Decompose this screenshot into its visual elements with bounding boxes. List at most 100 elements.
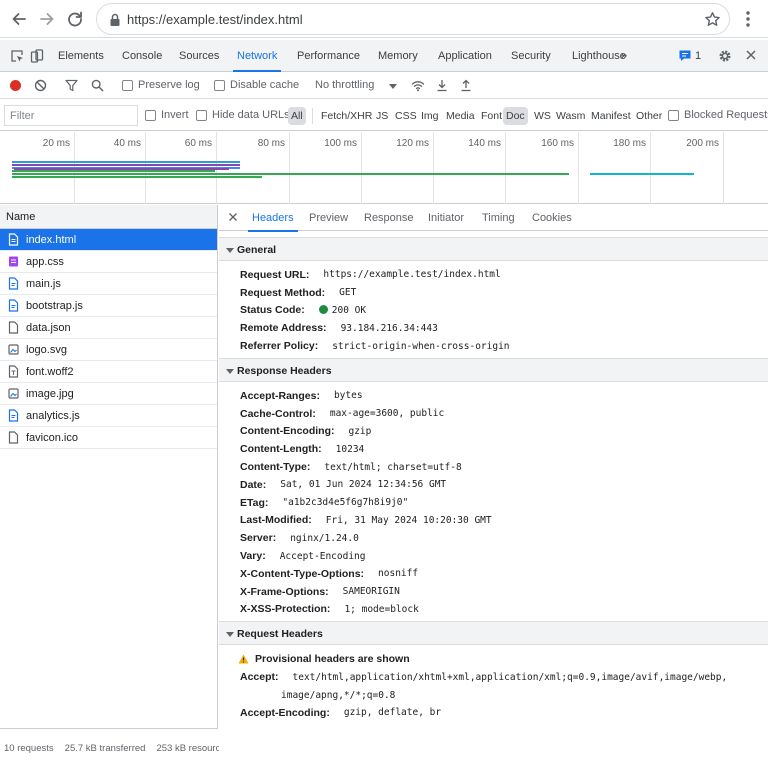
filter-type-manifest[interactable]: Manifest bbox=[588, 107, 634, 125]
detail-tab-headers[interactable]: Headers bbox=[248, 205, 298, 232]
request-row[interactable]: analytics.js bbox=[0, 405, 217, 427]
hide-data-urls-checkbox[interactable]: Hide data URLs bbox=[196, 109, 290, 121]
detail-tab-response[interactable]: Response bbox=[364, 205, 414, 231]
request-name: data.json bbox=[26, 321, 71, 334]
detail-tab-cookies[interactable]: Cookies bbox=[532, 205, 572, 231]
devtools-tab-sources[interactable]: Sources bbox=[179, 40, 219, 72]
header-key: Referrer Policy: bbox=[240, 340, 319, 353]
devtools-tab-network[interactable]: Network bbox=[232, 40, 282, 72]
inspect-element-icon[interactable] bbox=[10, 49, 24, 63]
filter-type-doc[interactable]: Doc bbox=[503, 107, 528, 125]
header-value-text: text/html,application/xhtml+xml,applicat… bbox=[292, 671, 728, 683]
timeline-gridline bbox=[361, 132, 362, 204]
record-icon[interactable] bbox=[9, 79, 22, 92]
general-section-header[interactable]: General bbox=[219, 237, 768, 261]
filter-type-font[interactable]: Font bbox=[478, 107, 505, 125]
name-column-header[interactable]: Name bbox=[0, 205, 217, 229]
request-row[interactable]: app.css bbox=[0, 251, 217, 273]
clear-icon[interactable] bbox=[34, 79, 47, 92]
throttling-select[interactable]: No throttling bbox=[315, 79, 374, 91]
network-overview-timeline[interactable]: 20 ms 40 ms 60 ms 80 ms 100 ms 120 ms 140 ms 16… bbox=[0, 132, 768, 204]
console-messages-badge[interactable]: 1 bbox=[678, 49, 701, 62]
header-row: Request URL: https://example.test/index.h… bbox=[240, 266, 768, 284]
network-conditions-wifi-icon[interactable] bbox=[411, 79, 425, 92]
invert-checkbox[interactable]: Invert bbox=[145, 109, 189, 121]
timeline-tick-label: 160 ms bbox=[541, 138, 574, 149]
filter-input[interactable] bbox=[4, 105, 138, 126]
close-detail-icon[interactable] bbox=[227, 211, 239, 223]
request-row[interactable]: bootstrap.js bbox=[0, 295, 217, 317]
address-bar[interactable]: https://example.test/index.html bbox=[96, 3, 730, 35]
settings-gear-icon[interactable] bbox=[718, 49, 732, 63]
request-row[interactable]: data.json bbox=[0, 317, 217, 339]
detail-tab-preview[interactable]: Preview bbox=[309, 205, 348, 231]
header-value: text/html,application/xhtml+xml,applicat… bbox=[293, 672, 728, 683]
device-toolbar-icon[interactable] bbox=[30, 49, 44, 63]
blocked-requests-box[interactable] bbox=[668, 109, 679, 121]
filter-type-ws[interactable]: WS bbox=[531, 107, 554, 125]
devtools-tab-application[interactable]: Application bbox=[438, 40, 492, 72]
filter-funnel-icon[interactable] bbox=[65, 79, 78, 92]
forward-arrow-icon bbox=[40, 13, 54, 25]
devtools-tab-console[interactable]: Console bbox=[122, 40, 162, 72]
request-name: index.html bbox=[26, 233, 77, 246]
devtools-tab-lighthouse[interactable]: Lighthouse bbox=[572, 40, 626, 72]
request-row[interactable]: favicon.ico bbox=[0, 427, 217, 449]
filter-type-other[interactable]: Other bbox=[633, 107, 665, 125]
preserve-log-checkbox[interactable]: Preserve log bbox=[122, 79, 200, 91]
devtools-tab-elements[interactable]: Elements bbox=[58, 40, 104, 72]
detail-tab-timing[interactable]: Timing bbox=[482, 205, 515, 231]
reload-button[interactable] bbox=[65, 9, 85, 29]
close-devtools-icon[interactable] bbox=[745, 49, 757, 61]
response-headers-section-header[interactable]: Response Headers bbox=[219, 357, 768, 382]
devtools-tab-memory[interactable]: Memory bbox=[378, 40, 418, 72]
export-har-icon[interactable] bbox=[460, 79, 472, 92]
header-value: 200 OK bbox=[318, 304, 366, 316]
filter-type-all[interactable]: All bbox=[288, 107, 306, 125]
request-row[interactable]: main.js bbox=[0, 273, 217, 295]
throttling-dropdown-caret-icon[interactable] bbox=[389, 84, 397, 89]
waterfall-bar bbox=[12, 164, 240, 166]
filter-type-media[interactable]: Media bbox=[443, 107, 478, 125]
header-row: Last-Modified: Fri, 31 May 2024 10:20:30 … bbox=[240, 512, 768, 530]
waterfall-bar bbox=[12, 170, 215, 172]
bookmark-star-icon[interactable] bbox=[704, 11, 721, 28]
search-icon[interactable] bbox=[91, 79, 104, 92]
devtools-tab-security[interactable]: Security bbox=[511, 40, 551, 72]
hide-data-urls-box[interactable] bbox=[196, 109, 207, 121]
header-value-text: SAMEORIGIN bbox=[342, 586, 400, 598]
import-har-icon[interactable] bbox=[436, 79, 448, 92]
devtools-tab-performance[interactable]: Performance bbox=[297, 40, 360, 72]
header-value-text: gzip, deflate, br bbox=[343, 707, 442, 719]
response-headers-section: Accept-Ranges: bytes Cache-Control: max-age… bbox=[219, 382, 768, 621]
reload-icon bbox=[68, 11, 82, 27]
request-row[interactable]: index.html bbox=[0, 229, 217, 251]
disable-cache-box[interactable] bbox=[214, 79, 225, 91]
filter-type-js[interactable]: JS bbox=[373, 107, 391, 125]
header-key: X-Frame-Options: bbox=[240, 585, 329, 598]
invert-box[interactable] bbox=[145, 109, 156, 121]
request-name: app.css bbox=[26, 255, 64, 268]
header-key: Content-Encoding: bbox=[240, 425, 335, 438]
filter-type-fetch-xhr[interactable]: Fetch/XHR bbox=[318, 107, 375, 125]
detail-tab-initiator[interactable]: Initiator bbox=[428, 205, 464, 231]
header-row: Vary: Accept-Encoding bbox=[240, 547, 768, 565]
waterfall-bar bbox=[12, 173, 569, 175]
filter-type-css[interactable]: CSS bbox=[392, 107, 420, 125]
browser-menu-icon[interactable] bbox=[740, 9, 756, 29]
back-button[interactable] bbox=[9, 9, 29, 29]
disable-cache-checkbox[interactable]: Disable cache bbox=[214, 79, 299, 91]
header-row: X-Frame-Options: SAMEORIGIN bbox=[240, 583, 768, 601]
forward-button[interactable] bbox=[37, 9, 57, 29]
request-headers-section-header[interactable]: Request Headers bbox=[219, 621, 768, 646]
header-value: SAMEORIGIN bbox=[343, 586, 400, 597]
header-value: Fri, 31 May 2024 10:20:30 GMT bbox=[326, 515, 492, 526]
filter-type-img[interactable]: Img bbox=[418, 107, 442, 125]
request-row[interactable]: image.jpg bbox=[0, 383, 217, 405]
timeline-gridline bbox=[505, 132, 506, 204]
request-row[interactable]: logo.svg bbox=[0, 339, 217, 361]
request-row[interactable]: font.woff2 bbox=[0, 361, 217, 383]
filter-type-wasm[interactable]: Wasm bbox=[553, 107, 588, 125]
blocked-requests-checkbox[interactable]: Blocked Requests bbox=[668, 109, 768, 121]
preserve-log-box[interactable] bbox=[122, 79, 133, 91]
